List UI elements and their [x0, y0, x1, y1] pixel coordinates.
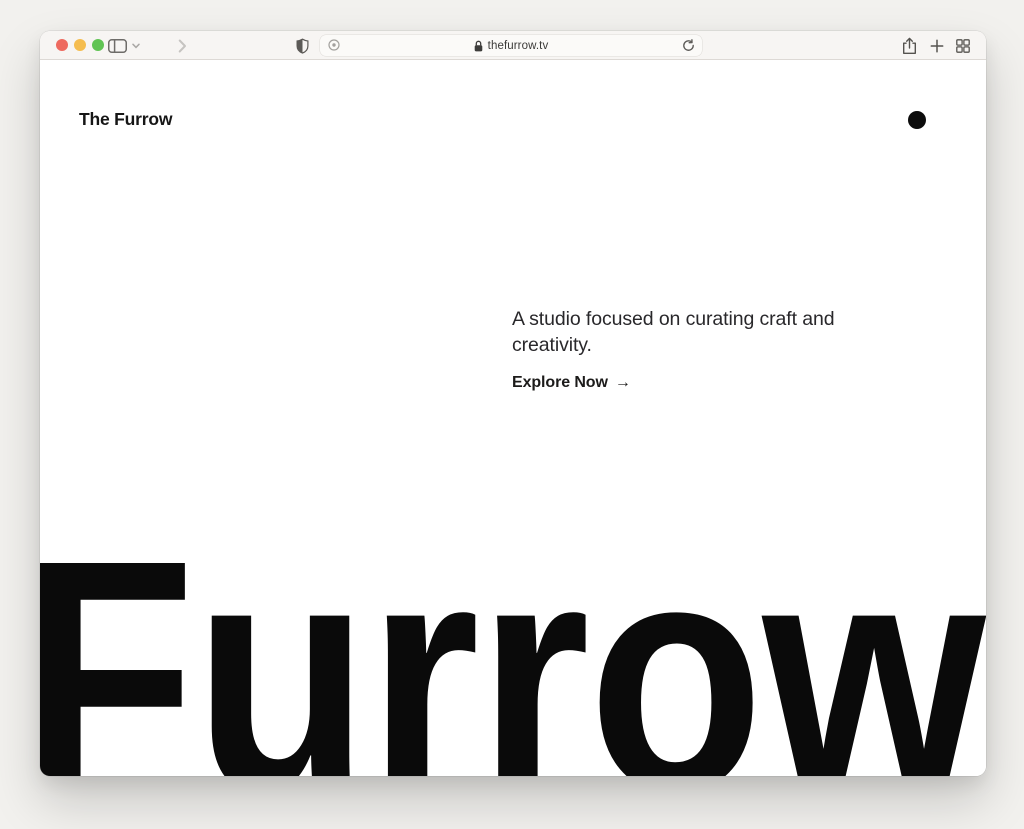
url-host-text: thefurrow.tv: [488, 40, 549, 52]
zoom-window-button[interactable]: [92, 39, 104, 51]
sidebar-icon: [108, 39, 127, 53]
sidebar-menu-button[interactable]: [132, 43, 140, 49]
browser-toolbar: thefurrow.tv: [40, 31, 986, 60]
site-logo[interactable]: The Furrow: [79, 109, 172, 130]
explore-now-link[interactable]: Explore Now →: [512, 374, 631, 392]
page-viewport: The Furrow A studio focused on curating …: [40, 60, 986, 776]
tab-overview-button[interactable]: [956, 39, 970, 53]
share-button[interactable]: [902, 37, 917, 55]
privacy-shield-icon: [296, 38, 309, 54]
forward-button[interactable]: [178, 39, 187, 53]
window-controls: [56, 39, 104, 51]
chevron-left-icon: [152, 39, 161, 53]
plus-icon: [930, 39, 944, 53]
share-icon: [902, 37, 917, 55]
address-bar[interactable]: thefurrow.tv: [320, 35, 702, 56]
hero-headline: Furrow: [40, 511, 984, 776]
browser-window: thefurrow.tv: [40, 31, 986, 776]
close-window-button[interactable]: [56, 39, 68, 51]
reload-icon: [682, 39, 695, 52]
new-tab-button[interactable]: [930, 39, 944, 53]
tagline-line-1: A studio focused on curating craft and: [512, 306, 835, 332]
reload-button[interactable]: [682, 39, 695, 52]
page-options-button[interactable]: [328, 39, 340, 51]
site-menu-dot-button[interactable]: [908, 111, 926, 129]
right-arrow-icon: →: [615, 374, 631, 392]
tagline-line-2: creativity.: [512, 332, 835, 358]
sidebar-toggle-button[interactable]: [108, 39, 127, 53]
explore-now-label: Explore Now: [512, 374, 608, 392]
url-display: thefurrow.tv: [474, 40, 549, 52]
tab-overview-grid-icon: [956, 39, 970, 53]
minimize-window-button[interactable]: [74, 39, 86, 51]
back-button[interactable]: [152, 39, 161, 53]
lock-icon: [474, 40, 483, 52]
privacy-report-button[interactable]: [296, 38, 309, 54]
chevron-right-icon: [178, 39, 187, 53]
site-tagline: A studio focused on curating craft and c…: [512, 306, 835, 358]
page-options-icon: [328, 39, 340, 51]
chevron-down-icon: [132, 43, 140, 49]
